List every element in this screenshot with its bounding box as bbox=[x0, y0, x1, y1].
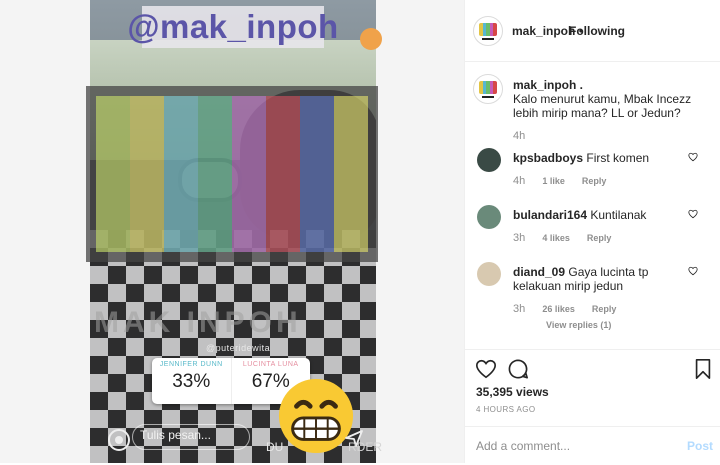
camera-icon[interactable] bbox=[108, 429, 130, 451]
bookmark-icon[interactable] bbox=[693, 358, 713, 380]
tv-logo-icon bbox=[479, 81, 497, 94]
comment-username[interactable]: kpsbadboys bbox=[513, 151, 583, 165]
tv-stand bbox=[482, 38, 494, 40]
color-bar bbox=[334, 96, 368, 252]
comment-text: Gaya lucinta tp bbox=[568, 265, 649, 279]
heart-icon[interactable] bbox=[475, 358, 497, 380]
view-replies-link[interactable]: View replies (1) bbox=[546, 320, 611, 330]
color-bar bbox=[266, 96, 300, 252]
comment-meta: 4h 1 like Reply bbox=[513, 175, 620, 187]
color-bar bbox=[164, 96, 198, 252]
comment-meta: 3h 4 likes Reply bbox=[513, 232, 625, 244]
poll-option-1-percent: 33% bbox=[172, 371, 211, 392]
comment-line: kpsbadboys First komen bbox=[513, 151, 649, 165]
orange-dot bbox=[360, 28, 382, 50]
commenter-avatar[interactable] bbox=[477, 262, 501, 286]
comment-icon[interactable] bbox=[507, 358, 529, 380]
post-media[interactable]: @mak_inpoh MAK INPOH @puteridewita JENNI… bbox=[0, 0, 464, 463]
story-reply-input[interactable]: Tulis pesan... bbox=[132, 424, 250, 450]
commenter-avatar[interactable] bbox=[477, 148, 501, 172]
comment-heart-icon[interactable] bbox=[688, 152, 698, 162]
handle-banner: @mak_inpoh bbox=[127, 6, 338, 48]
following-button[interactable]: Following bbox=[569, 24, 625, 38]
comment-username[interactable]: diand_09 bbox=[513, 265, 565, 279]
post-actions: 35,395 views 4 HOURS AGO Add a comment..… bbox=[465, 349, 720, 464]
commenter-avatar[interactable] bbox=[477, 205, 501, 229]
owner-avatar[interactable] bbox=[473, 16, 503, 46]
caption-time: 4h bbox=[513, 130, 526, 142]
post-timestamp: 4 HOURS AGO bbox=[476, 405, 536, 414]
caption-username[interactable]: mak_inpoh . bbox=[513, 78, 583, 92]
color-bar bbox=[300, 96, 334, 252]
comment-username[interactable]: bulandari164 bbox=[513, 208, 587, 222]
caption-text: Kalo menurut kamu, Mbak Incezz lebih mir… bbox=[513, 92, 692, 120]
color-bars-overlay bbox=[86, 86, 378, 262]
comment-heart-icon[interactable] bbox=[688, 209, 698, 219]
comment-item: bulandari164 Kuntilanak 3h 4 likes Reply bbox=[465, 205, 720, 263]
comment-item: kpsbadboys First komen 4h 1 like Reply bbox=[465, 148, 720, 206]
poll-option-1[interactable]: JENNIFER DUNN 33% bbox=[152, 358, 231, 404]
comment-line: diand_09 Gaya lucinta tp bbox=[513, 265, 648, 279]
post-button[interactable]: Post bbox=[687, 439, 713, 453]
color-bar bbox=[198, 96, 232, 252]
story-reply-bar: Tulis pesan... bbox=[104, 424, 374, 456]
comment-item: diand_09 Gaya lucinta tp kelakuan mirip … bbox=[465, 262, 720, 320]
story-bottom-text-a: DU bbox=[266, 440, 284, 454]
tv-logo-icon bbox=[479, 23, 497, 36]
comment-meta: 3h 26 likes Reply bbox=[513, 303, 630, 315]
comment-text: First komen bbox=[586, 151, 650, 165]
story-bottom-text-b: RDER bbox=[348, 440, 383, 454]
color-bar bbox=[232, 96, 266, 252]
watermark: MAK INPOH bbox=[94, 306, 302, 339]
poll-option-1-name: JENNIFER DUNN bbox=[159, 361, 223, 368]
comment-heart-icon[interactable] bbox=[688, 266, 698, 276]
add-comment-bar: Add a comment... Post bbox=[465, 426, 720, 465]
reply-button[interactable]: Reply bbox=[582, 176, 607, 186]
tv-stand bbox=[482, 96, 494, 98]
comment-time: 4h bbox=[513, 175, 526, 187]
story-bottom-text: DU bbox=[266, 440, 283, 454]
poll-option-2-name: LUCINTA LUNA bbox=[242, 361, 299, 368]
comment-line: bulandari164 Kuntilanak bbox=[513, 208, 646, 222]
post-header: mak_inpoh • Following bbox=[465, 0, 720, 62]
comment-text-line2: kelakuan mirip jedun bbox=[513, 279, 624, 293]
comment-likes[interactable]: 1 like bbox=[542, 176, 565, 186]
color-bars bbox=[96, 96, 368, 252]
color-bar bbox=[130, 96, 164, 252]
comment-time: 3h bbox=[513, 232, 526, 244]
comment-likes[interactable]: 4 likes bbox=[542, 233, 570, 243]
post-side-panel: mak_inpoh • Following mak_inpoh . Kalo m… bbox=[464, 0, 720, 463]
comment-likes[interactable]: 26 likes bbox=[542, 304, 575, 314]
reply-button[interactable]: Reply bbox=[587, 233, 612, 243]
comment-time: 3h bbox=[513, 303, 526, 315]
owner-username-text[interactable]: mak_inpoh bbox=[512, 24, 575, 38]
caption-avatar[interactable] bbox=[473, 74, 503, 104]
reply-button[interactable]: Reply bbox=[592, 304, 617, 314]
view-count[interactable]: 35,395 views bbox=[476, 385, 549, 399]
color-bar bbox=[96, 96, 130, 252]
add-comment-input[interactable]: Add a comment... bbox=[476, 439, 570, 453]
comment-text: Kuntilanak bbox=[590, 208, 647, 222]
photo-credit: @puteridewita bbox=[206, 343, 271, 353]
